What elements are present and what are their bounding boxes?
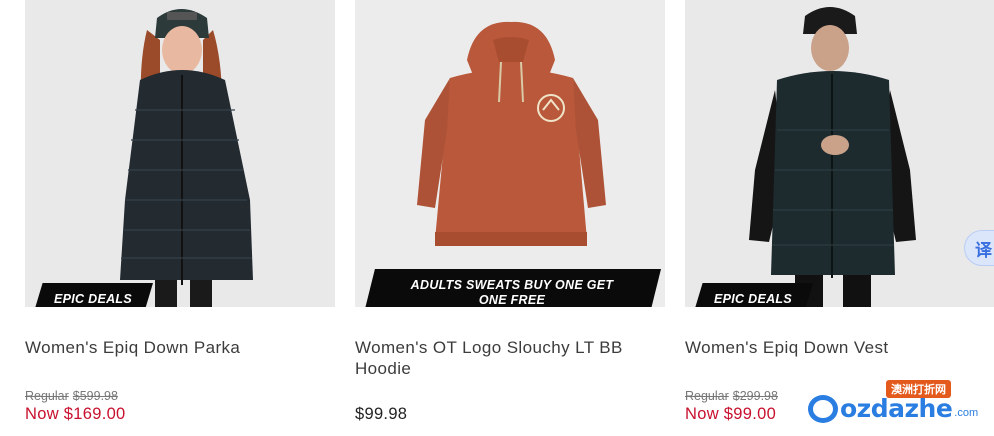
product-card[interactable]: EPIC DEALS Women's Epiq Down Parka Regul… [25, 0, 335, 436]
product-title[interactable]: Women's Epiq Down Parka [25, 337, 325, 358]
epic-deals-badge: EPIC DEALS [693, 283, 813, 307]
product-image[interactable]: EPIC DEALS [685, 0, 994, 307]
promo-badge: ADULTS SWEATS BUY ONE GET ONE FREE [363, 269, 661, 307]
product-title[interactable]: Women's Epiq Down Vest [685, 337, 985, 358]
regular-price-value: $299.98 [732, 389, 778, 403]
product-image[interactable]: EPIC DEALS [25, 0, 335, 307]
product-title[interactable]: Women's OT Logo Slouchy LT BB Hoodie [355, 337, 655, 379]
regular-label: Regular [25, 389, 69, 403]
sale-price: Now $99.00 [685, 405, 777, 423]
regular-label: Regular [685, 389, 729, 403]
watermark-o-icon [808, 394, 838, 423]
product-price: $99.98 [355, 405, 408, 423]
watermark-brand: ozdazhe [840, 394, 953, 423]
watermark-logo: ozdazhe .com [808, 394, 978, 423]
product-image[interactable]: ADULTS SWEATS BUY ONE GET ONE FREE [355, 0, 665, 307]
parka-photo [25, 0, 335, 307]
regular-price: Regular $599.98 [25, 389, 118, 403]
regular-price: Regular $299.98 [685, 389, 778, 403]
translate-icon: 译 [975, 240, 992, 260]
vest-photo [685, 0, 994, 307]
epic-deals-badge: EPIC DEALS [33, 283, 153, 307]
product-card[interactable]: ADULTS SWEATS BUY ONE GET ONE FREE Women… [355, 0, 665, 436]
regular-price-value: $599.98 [72, 389, 118, 403]
watermark-suffix: .com [954, 406, 979, 419]
site-watermark: 澳洲打折网 ozdazhe .com [808, 380, 978, 428]
translate-button[interactable]: 译 [964, 230, 994, 266]
product-card[interactable]: EPIC DEALS Women's Epiq Down Vest Regula… [685, 0, 994, 436]
hoodie-photo [355, 0, 665, 307]
sale-price: Now $169.00 [25, 405, 126, 423]
